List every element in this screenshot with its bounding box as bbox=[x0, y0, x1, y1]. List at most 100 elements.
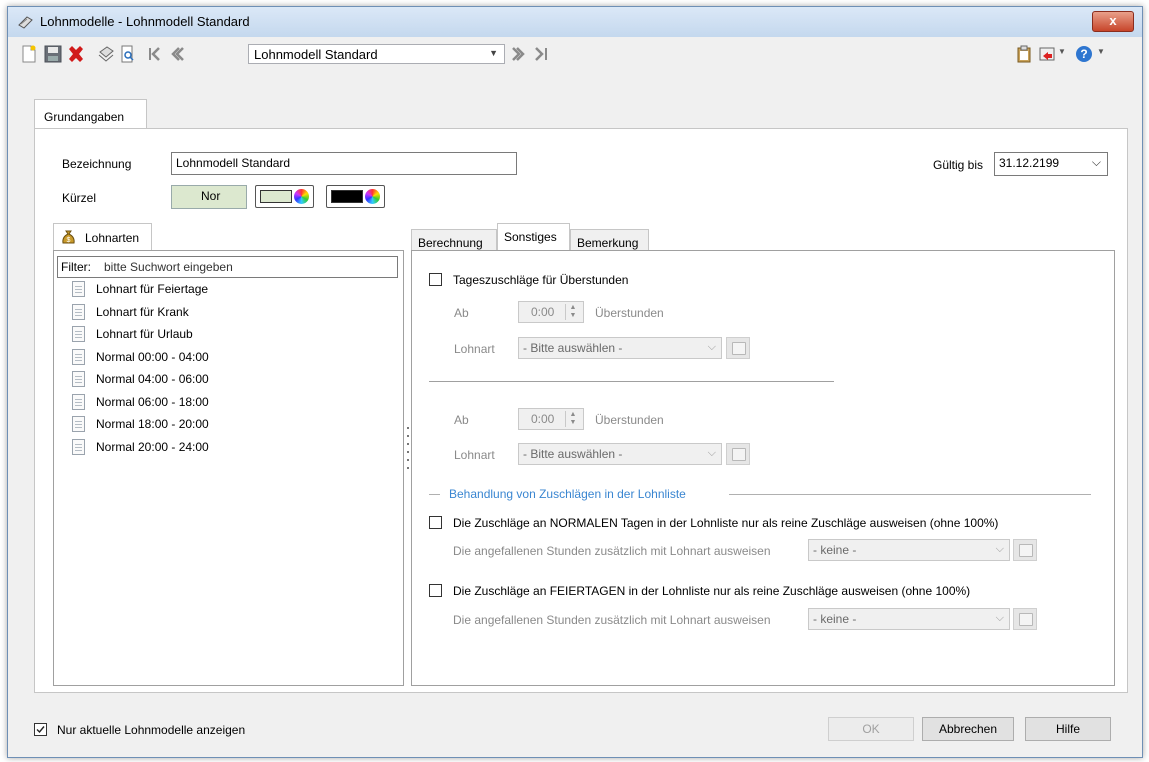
gueltig-bis-date-picker[interactable]: 31.12.2199 ⌵ bbox=[994, 152, 1108, 176]
document-icon bbox=[72, 348, 85, 365]
print-icon[interactable] bbox=[97, 45, 115, 63]
splitter-handle[interactable] bbox=[407, 427, 409, 473]
svg-text:?: ? bbox=[1080, 47, 1087, 61]
tab-sonstiges[interactable]: Sonstiges bbox=[497, 223, 570, 250]
block2-lohnart-picker-button[interactable] bbox=[726, 443, 750, 465]
close-button[interactable]: x bbox=[1092, 11, 1134, 32]
spinner-arrows-icon[interactable]: ▲ ▼ bbox=[565, 304, 580, 320]
normal-lohnart-select[interactable]: - keine - ⌵ bbox=[808, 539, 1010, 561]
delete-icon[interactable] bbox=[67, 45, 85, 63]
title-bar: Lohnmodelle - Lohnmodell Standard x bbox=[8, 7, 1142, 37]
help-dropdown-icon[interactable]: ▼ bbox=[1097, 47, 1105, 56]
section-title: Behandlung von Zuschlägen in der Lohnlis… bbox=[449, 487, 686, 501]
feiertag-lohnart-picker-button[interactable] bbox=[1013, 608, 1037, 630]
checkmark-icon bbox=[36, 726, 45, 734]
tab-bemerkung-label: Bemerkung bbox=[577, 236, 639, 250]
clipboard-icon[interactable] bbox=[1015, 45, 1033, 63]
normal-lohnart-value: - keine - bbox=[813, 543, 857, 557]
feiertage-checkbox[interactable] bbox=[429, 584, 442, 597]
list-item-label: Lohnart für Krank bbox=[96, 304, 189, 319]
list-item-label: Normal 04:00 - 06:00 bbox=[96, 372, 209, 386]
tab-sonstiges-label: Sonstiges bbox=[504, 230, 557, 244]
normal-tage-label: Die Zuschläge an NORMALEN Tagen in der L… bbox=[453, 516, 999, 530]
block2-lohnart-select[interactable]: - Bitte auswählen - ⌵ bbox=[518, 443, 722, 465]
nur-aktuelle-checkbox[interactable] bbox=[34, 723, 47, 736]
preview-icon[interactable] bbox=[119, 45, 137, 63]
block1-ab-value: 0:00 bbox=[531, 305, 555, 319]
document-icon bbox=[72, 438, 85, 455]
kuerzel-input[interactable]: Nor bbox=[171, 185, 247, 209]
section-line-right bbox=[729, 494, 1091, 495]
chevron-down-icon: ⌵ bbox=[707, 341, 716, 353]
normal-sub-label: Die angefallenen Stunden zusätzlich mit … bbox=[453, 544, 771, 558]
block1-ab-spinner[interactable]: 0:00 ▲ ▼ bbox=[518, 301, 584, 323]
lohnarten-filter-input[interactable]: Filter: bitte Suchwort eingeben bbox=[57, 256, 398, 278]
normal-lohnart-picker-button[interactable] bbox=[1013, 539, 1037, 561]
tageszuschlaege-label: Tageszuschläge für Überstunden bbox=[453, 273, 629, 287]
list-item-label: Normal 06:00 - 18:00 bbox=[96, 394, 209, 409]
block1-lohnart-label: Lohnart bbox=[454, 342, 495, 356]
section-line-left bbox=[429, 494, 440, 495]
chevron-down-icon: ⌵ bbox=[995, 543, 1004, 555]
feiertag-sub-label: Die angefallenen Stunden zusätzlich mit … bbox=[453, 613, 771, 627]
tab-grundangaben[interactable]: Grundangaben bbox=[34, 99, 147, 130]
document-icon bbox=[72, 303, 85, 320]
block2-ab-value: 0:00 bbox=[531, 412, 555, 426]
wage-model-icon bbox=[18, 16, 33, 29]
import-icon[interactable] bbox=[1038, 45, 1056, 63]
block2-ab-spinner[interactable]: 0:00 ▲ ▼ bbox=[518, 408, 584, 430]
document-icon bbox=[72, 393, 85, 410]
help-button[interactable]: Hilfe bbox=[1025, 717, 1111, 741]
record-selector-value: Lohnmodell Standard bbox=[254, 47, 378, 62]
spinner-arrows-icon[interactable]: ▲ ▼ bbox=[565, 411, 580, 427]
previous-record-icon[interactable] bbox=[168, 45, 186, 63]
list-item-label: Lohnart für Feiertage bbox=[96, 282, 209, 296]
filter-placeholder: bitte Suchwort eingeben bbox=[104, 260, 233, 274]
block1-lohnart-select[interactable]: - Bitte auswählen - ⌵ bbox=[518, 337, 722, 359]
first-record-icon[interactable] bbox=[146, 45, 164, 63]
text-color-swatch bbox=[331, 190, 363, 203]
list-item-label: Normal 18:00 - 20:00 bbox=[96, 417, 209, 431]
tageszuschlaege-checkbox[interactable] bbox=[429, 273, 442, 286]
tab-lohnarten[interactable]: $ Lohnarten bbox=[53, 223, 152, 251]
save-icon[interactable] bbox=[44, 45, 62, 63]
color-wheel-icon bbox=[365, 189, 380, 204]
bezeichnung-value: Lohnmodell Standard bbox=[176, 156, 291, 170]
block2-unit-label: Überstunden bbox=[595, 413, 664, 427]
import-dropdown-icon[interactable]: ▼ bbox=[1058, 47, 1066, 56]
gueltig-bis-value: 31.12.2199 bbox=[999, 156, 1060, 170]
list-item-label: Lohnart für Urlaub bbox=[96, 327, 193, 341]
text-color-button[interactable] bbox=[326, 185, 385, 208]
next-record-icon[interactable] bbox=[510, 45, 528, 63]
document-icon bbox=[72, 281, 85, 297]
block1-lohnart-value: - Bitte auswählen - bbox=[523, 341, 623, 355]
bezeichnung-input[interactable]: Lohnmodell Standard bbox=[171, 152, 517, 175]
ok-button[interactable]: OK bbox=[828, 717, 914, 741]
background-color-button[interactable] bbox=[255, 185, 314, 208]
feiertag-lohnart-value: - keine - bbox=[813, 612, 857, 626]
tab-berechnung-label: Berechnung bbox=[418, 236, 483, 250]
help-icon[interactable]: ? bbox=[1075, 45, 1093, 63]
last-record-icon[interactable] bbox=[532, 45, 550, 63]
feiertage-label: Die Zuschläge an FEIERTAGEN in der Lohnl… bbox=[453, 584, 971, 598]
block2-lohnart-value: - Bitte auswählen - bbox=[523, 447, 623, 461]
kuerzel-label: Kürzel bbox=[62, 191, 97, 205]
feiertag-lohnart-select[interactable]: - keine - ⌵ bbox=[808, 608, 1010, 630]
list-item-label: Normal 20:00 - 24:00 bbox=[96, 439, 209, 454]
bezeichnung-label: Bezeichnung bbox=[62, 157, 132, 171]
background-color-swatch bbox=[260, 190, 292, 203]
money-bag-icon: $ bbox=[62, 230, 75, 244]
filter-label: Filter: bbox=[61, 260, 91, 274]
record-selector[interactable]: Lohnmodell Standard ▼ bbox=[248, 44, 505, 64]
document-icon bbox=[72, 326, 85, 342]
divider bbox=[429, 381, 834, 382]
new-document-icon[interactable] bbox=[20, 45, 38, 63]
chevron-down-icon: ⌵ bbox=[995, 612, 1004, 624]
normal-tage-checkbox[interactable] bbox=[429, 516, 442, 529]
tab-grundangaben-label: Grundangaben bbox=[44, 110, 125, 124]
toolbar: Lohnmodell Standard ▼ ▼ ? ▼ bbox=[8, 37, 1142, 71]
cancel-button[interactable]: Abbrechen bbox=[922, 717, 1014, 741]
block1-lohnart-picker-button[interactable] bbox=[726, 337, 750, 359]
chevron-down-icon: ⌵ bbox=[1091, 155, 1101, 169]
kuerzel-value: Nor bbox=[201, 189, 221, 203]
